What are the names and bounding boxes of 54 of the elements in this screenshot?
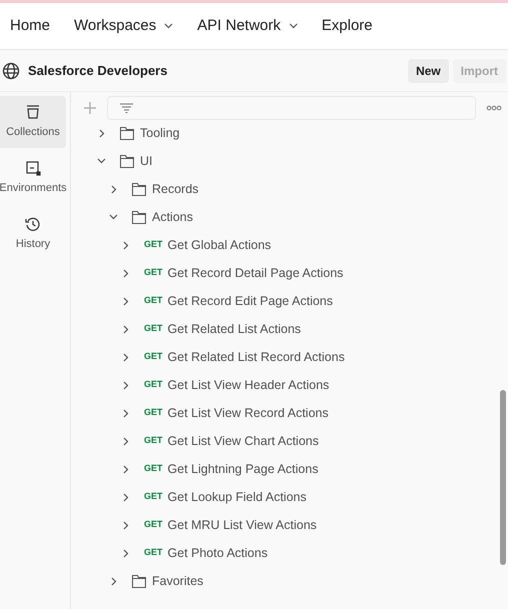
folder-icon (132, 182, 146, 196)
tree-item[interactable]: GET Get Global Actions (71, 231, 508, 259)
nav-link[interactable]: Explore (322, 14, 372, 38)
tree-item[interactable]: Tooling (71, 123, 508, 147)
new-button[interactable]: New (408, 58, 449, 82)
more-options-icon[interactable] (486, 104, 502, 110)
tree-item[interactable]: GET Get Photo Actions (71, 539, 508, 567)
nav-link[interactable]: Home (10, 14, 50, 38)
method-label: GET (144, 434, 163, 448)
workspace-title: Salesforce Developers (28, 62, 168, 80)
method-label: GET (144, 546, 163, 560)
sidebar-item[interactable]: Environments (0, 152, 66, 204)
plus-icon[interactable] (83, 100, 97, 114)
tree-item[interactable]: GET Get MRU List View Actions (71, 511, 508, 539)
nav-link[interactable]: Workspaces (74, 14, 174, 38)
globe-icon (2, 62, 20, 80)
tree-item[interactable]: GET Get Record Edit Page Actions (71, 287, 508, 315)
method-label: GET (144, 462, 163, 476)
folder-icon (120, 126, 134, 140)
trash-can-icon (25, 104, 41, 120)
tree-item[interactable]: GET Get Lookup Field Actions (71, 483, 508, 511)
tree-item[interactable]: GET Get List View Chart Actions (71, 427, 508, 455)
tree-item[interactable]: GET Get Related List Actions (71, 315, 508, 343)
sidebar-item[interactable]: Collections (0, 96, 66, 148)
method-label: GET (144, 238, 163, 252)
tree-item[interactable]: Favorites (71, 567, 508, 595)
folder-icon (120, 154, 134, 168)
method-label: GET (144, 294, 163, 308)
tree-item[interactable]: GET Get Related List Record Actions (71, 343, 508, 371)
tree-item[interactable]: GET Get Lightning Page Actions (71, 455, 508, 483)
caret-icon (288, 23, 298, 29)
method-label: GET (144, 490, 163, 504)
nav-link[interactable]: API Network (197, 14, 298, 38)
method-label: GET (144, 350, 163, 364)
tree-item[interactable]: GET Get Record Detail Page Actions (71, 259, 508, 287)
folder-icon (132, 574, 146, 588)
window-icon (25, 160, 41, 176)
method-label: GET (144, 378, 163, 392)
tree-item[interactable]: Records (71, 175, 508, 203)
tree-item[interactable]: GET Get List View Record Actions (71, 399, 508, 427)
method-label: GET (144, 266, 163, 280)
method-label: GET (144, 406, 163, 420)
search-field[interactable] (107, 96, 476, 120)
folder-icon (132, 210, 146, 224)
history-icon (25, 216, 41, 232)
filter-icon (120, 102, 133, 112)
tree-item[interactable]: UI (71, 147, 508, 175)
method-label: GET (144, 322, 163, 336)
method-label: GET (144, 518, 163, 532)
tree-item[interactable]: Actions (71, 203, 508, 231)
caret-icon (164, 23, 174, 29)
scrollbar[interactable] (500, 390, 506, 565)
sidebar-item[interactable]: History (0, 208, 66, 260)
tree-item[interactable]: GET Get List View Header Actions (71, 371, 508, 399)
